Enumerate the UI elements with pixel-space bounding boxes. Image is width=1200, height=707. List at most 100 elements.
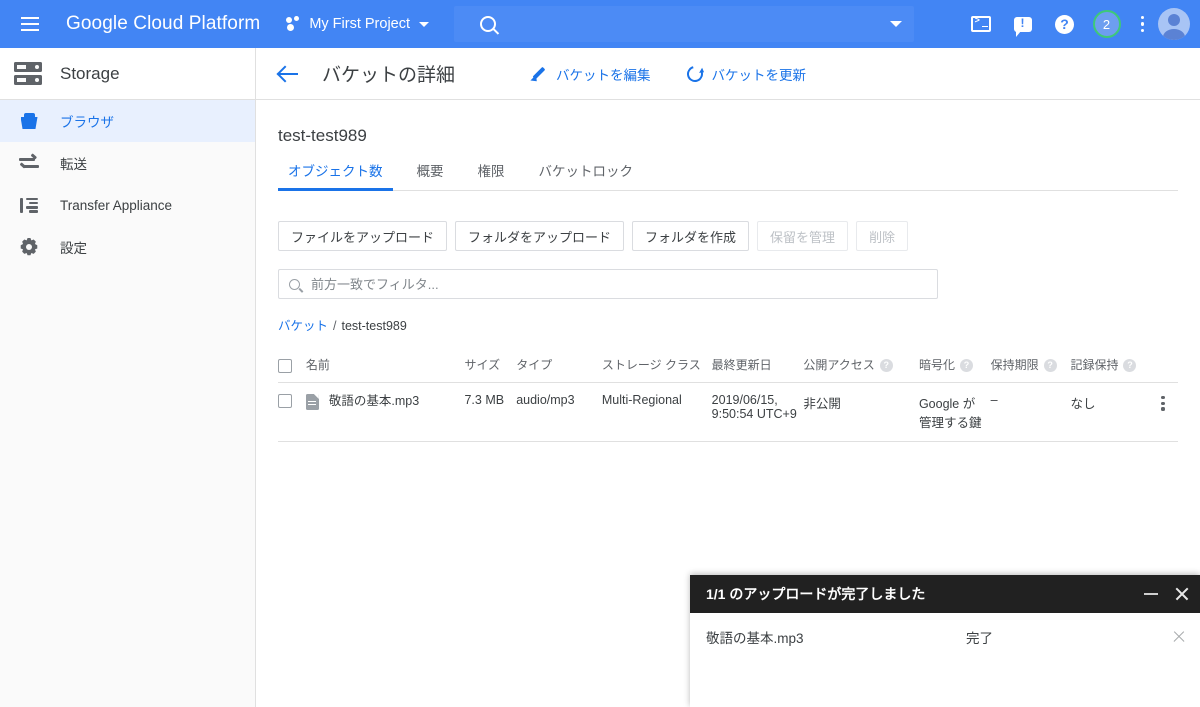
sidebar-product-header: Storage [0,48,255,100]
cell-encryption: Google が管理する鍵 [918,382,991,442]
column-header-storage-class[interactable]: ストレージ クラス [601,356,712,383]
create-folder-button[interactable]: フォルダを作成 [632,221,750,251]
upload-panel-header: 1/1 のアップロードが完了しました [690,575,1200,613]
sidebar-item-label: 転送 [60,157,87,172]
column-label: 記録保持 [1070,358,1119,372]
sidebar-item-transfer-appliance[interactable]: Transfer Appliance [0,184,255,226]
avatar[interactable] [1158,8,1190,40]
storage-server-icon [14,61,42,86]
filter-field[interactable] [278,269,938,299]
breadcrumb: バケット / test-test989 [278,315,1200,334]
delete-button: 削除 [856,221,909,251]
global-search-bar[interactable] [454,6,915,42]
column-header-retention[interactable]: 保持期限? [990,356,1071,383]
tab-objects[interactable]: オブジェクト数 [278,160,393,191]
refresh-bucket-button[interactable]: バケットを更新 [683,62,806,85]
notification-count-badge: 2 [1092,10,1121,38]
sidebar-item-label: ブラウザ [60,115,114,130]
search-dropdown-chevron-down-icon[interactable] [890,21,903,27]
more-options-kebab-icon[interactable] [1129,15,1157,33]
table-row[interactable]: 敬語の基本.mp3 7.3 MB audio/mp3 Multi-Regiona… [278,382,1178,442]
help-icon[interactable]: ? [879,359,893,373]
upload-status-text: 完了 [966,631,993,646]
close-icon[interactable] [1172,630,1186,644]
project-selector[interactable]: My First Project [286,16,430,32]
app-root: Google Cloud Platform My First Project ?… [0,0,1200,707]
project-name-label: My First Project [309,16,411,32]
minimize-icon[interactable] [1144,593,1158,595]
column-header-actions [1154,356,1178,383]
column-header-public-access[interactable]: 公開アクセス? [803,356,919,383]
transfer-arrows-icon [18,152,40,174]
sidebar-item-label: Transfer Appliance [60,197,173,213]
upload-panel-title: 1/1 のアップロードが完了しました [706,586,926,602]
cell-last-modified: 2019/06/15, 9:50:54 UTC+9 [711,382,804,442]
breadcrumb-separator: / [333,319,337,333]
select-all-checkbox[interactable] [278,359,292,373]
column-header-name[interactable]: 名前 [305,356,465,383]
pencil-icon [531,66,547,82]
project-dots-icon [286,16,302,32]
bucket-tabs: オブジェクト数 概要 権限 バケットロック [278,160,1178,191]
upload-row: 敬語の基本.mp3 完了 [690,627,1200,647]
close-icon[interactable] [1174,586,1190,602]
breadcrumb-current: test-test989 [341,319,407,333]
search-icon [289,278,300,290]
tab-bucket-lock[interactable]: バケットロック [529,160,644,190]
objects-table: 名前 サイズ タイプ ストレージ クラス 最終更新日 公開アクセス? 暗号化? … [278,356,1178,442]
column-header-size[interactable]: サイズ [464,356,517,383]
column-header-hold[interactable]: 記録保持? [1070,356,1155,383]
cell-name: 敬語の基本.mp3 [305,382,465,442]
object-toolbar: ファイルをアップロード フォルダをアップロード フォルダを作成 保留を管理 削除 [278,221,1200,251]
cell-public-access: 非公開 [803,382,919,442]
cloud-shell-icon[interactable] [961,4,1001,44]
bucket-name-heading: test-test989 [278,126,367,145]
cell-retention: – [990,382,1071,442]
tab-overview[interactable]: 概要 [407,160,454,190]
cell-size: 7.3 MB [464,382,517,442]
chevron-down-icon [419,21,430,27]
sidebar-item-browser[interactable]: ブラウザ [0,100,255,142]
help-icon[interactable]: ? [1123,359,1137,373]
breadcrumb-root-link[interactable]: バケット [278,319,328,333]
column-header-last-modified[interactable]: 最終更新日 [711,356,804,383]
refresh-icon [683,62,706,85]
column-header-encryption[interactable]: 暗号化? [918,356,991,383]
cell-hold: なし [1070,382,1155,442]
object-name-link[interactable]: 敬語の基本.mp3 [329,393,419,410]
cell-storage-class: Multi-Regional [601,382,712,442]
upload-status-panel: 1/1 のアップロードが完了しました 敬語の基本.mp3 完了 [690,575,1200,707]
file-icon [305,394,319,410]
row-checkbox[interactable] [278,393,292,408]
filter-input[interactable] [309,275,927,293]
upload-panel-body: 敬語の基本.mp3 完了 [690,613,1200,647]
arrow-back-icon[interactable] [278,63,300,85]
upload-folder-button[interactable]: フォルダをアップロード [455,221,625,251]
help-icon[interactable]: ? [959,359,973,373]
brand-title[interactable]: Google Cloud Platform [66,13,260,35]
search-input[interactable] [508,15,891,33]
cell-type: audio/mp3 [516,382,602,442]
page-header: バケットの詳細 バケットを編集 バケットを更新 [256,48,1200,100]
product-title: Storage [60,63,120,83]
table-header: 名前 サイズ タイプ ストレージ クラス 最終更新日 公開アクセス? 暗号化? … [278,356,1178,383]
row-kebab-icon[interactable] [1154,393,1172,411]
sidebar: Storage ブラウザ 転送 Transfer Appliance 設定 [0,48,256,707]
hamburger-menu-icon[interactable] [6,0,54,48]
tab-permissions[interactable]: 権限 [468,160,515,190]
upload-file-name: 敬語の基本.mp3 [706,631,804,646]
sidebar-item-settings[interactable]: 設定 [0,226,255,268]
column-label: 暗号化 [918,358,955,372]
cell-row-actions [1154,382,1178,442]
edit-bucket-button[interactable]: バケットを編集 [531,64,651,84]
sidebar-item-transfer[interactable]: 転送 [0,142,255,184]
bucket-icon [18,110,40,132]
column-label: 公開アクセス [803,358,875,372]
notifications-button[interactable]: 2 [1087,4,1127,44]
help-icon[interactable]: ? [1043,359,1057,373]
help-icon[interactable]: ? [1045,4,1085,44]
column-header-type[interactable]: タイプ [516,356,602,383]
select-all-header [278,356,306,383]
upload-files-button[interactable]: ファイルをアップロード [278,221,448,251]
feedback-icon[interactable] [1003,4,1043,44]
